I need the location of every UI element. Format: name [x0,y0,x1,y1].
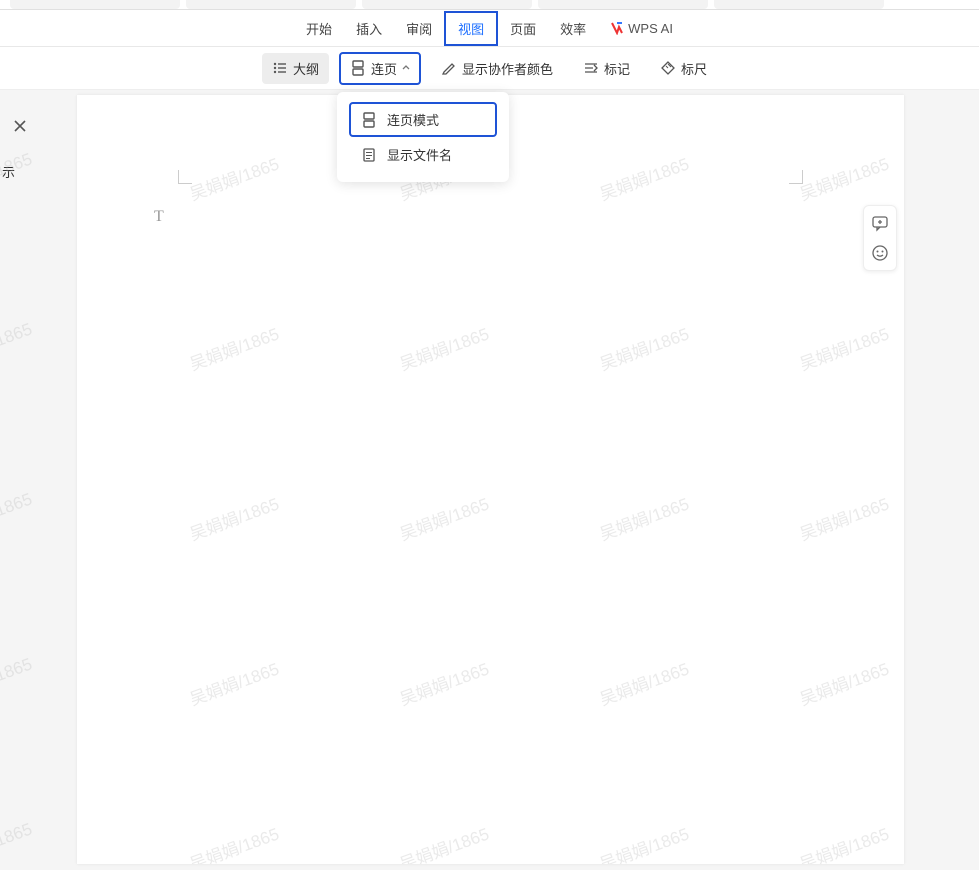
watermark: 吴娟娟/1865 [796,820,892,864]
continuous-page-dropdown: 连页模式 显示文件名 [337,92,509,182]
marks-icon [583,60,599,76]
page-margin-corner-tr [789,170,803,184]
watermark: 吴娟娟/1865 [186,320,282,375]
watermark: 吴娟娟/1865 [796,320,892,375]
watermark: 吴娟娟/1865 [396,655,492,710]
marks-label: 标记 [604,59,630,78]
watermark: 吴娟娟/1865 [596,150,692,205]
ruler-button[interactable]: 标尺 [650,53,717,84]
outline-button[interactable]: 大纲 [262,53,329,84]
menu-bar: 开始 插入 审阅 视图 页面 效率 WPS AI [0,10,979,47]
tab-stub[interactable] [186,0,356,9]
watermark: 吴娟娟/1865 [796,490,892,545]
sidebar-partial-label: 示 [0,162,50,181]
close-button[interactable] [0,110,50,142]
tab-stub[interactable] [10,0,180,9]
left-sidebar: 示 [0,110,50,181]
document-container: T 吴娟娟/1865 吴娟娟/1865 吴娟娟/1865 吴娟娟/1865 吴娟… [77,95,904,864]
right-floating-tools [863,205,897,271]
watermark: 吴娟娟/1865 [796,150,892,205]
ruler-icon [660,60,676,76]
show-author-colors-button[interactable]: 显示协作者颜色 [431,53,563,84]
watermark: 吴娟娟/1865 [186,655,282,710]
menu-wps-ai[interactable]: WPS AI [598,15,685,42]
highlighter-icon [441,60,457,76]
menu-start[interactable]: 开始 [294,13,344,44]
dropdown-show-filename[interactable]: 显示文件名 [349,137,497,172]
continuous-page-label: 连页 [371,59,397,78]
wps-ai-icon [610,21,624,35]
document-page[interactable]: T 吴娟娟/1865 吴娟娟/1865 吴娟娟/1865 吴娟娟/1865 吴娟… [77,95,904,864]
watermark: 吴娟娟/1865 [396,490,492,545]
marks-button[interactable]: 标记 [573,53,640,84]
file-icon [361,147,377,163]
menu-view[interactable]: 视图 [444,11,498,46]
tab-stub[interactable] [362,0,532,9]
watermark: 吴娟娟/1865 [0,815,35,870]
watermark: 吴娟娟/1865 [596,490,692,545]
text-cursor: T [154,208,164,226]
watermark: 吴娟娟/1865 [186,150,282,205]
wps-ai-label: WPS AI [628,21,673,36]
view-toolbar: 大纲 连页 显示协作者颜色 标记 标尺 [0,47,979,90]
watermark: 吴娟娟/1865 [186,490,282,545]
watermark: 吴娟娟/1865 [186,820,282,864]
menu-review[interactable]: 审阅 [394,13,444,44]
title-tabs-row [0,0,979,10]
watermark: 吴娟娟/1865 [0,485,35,540]
watermark: 吴娟娟/1865 [596,820,692,864]
continuous-page-icon [350,60,366,76]
dropdown-show-filename-label: 显示文件名 [387,145,452,164]
outline-label: 大纲 [293,59,319,78]
tab-stub[interactable] [538,0,708,9]
watermark: 吴娟娟/1865 [596,320,692,375]
watermark: 吴娟娟/1865 [396,820,492,864]
continuous-page-button[interactable]: 连页 [339,52,421,85]
watermark: 吴娟娟/1865 [796,655,892,710]
watermark: 吴娟娟/1865 [0,315,35,370]
add-comment-button[interactable] [869,212,891,234]
chevron-up-icon [402,64,410,72]
dropdown-continuous-mode-label: 连页模式 [387,110,439,129]
outline-icon [272,60,288,76]
menu-page[interactable]: 页面 [498,13,548,44]
watermark: 吴娟娟/1865 [0,650,35,705]
menu-efficiency[interactable]: 效率 [548,13,598,44]
tab-stub[interactable] [714,0,884,9]
menu-insert[interactable]: 插入 [344,13,394,44]
continuous-mode-icon [361,112,377,128]
ruler-label: 标尺 [681,59,707,78]
dropdown-continuous-mode[interactable]: 连页模式 [349,102,497,137]
watermark: 吴娟娟/1865 [596,655,692,710]
page-margin-corner-tl [178,170,192,184]
emoji-button[interactable] [869,242,891,264]
show-author-colors-label: 显示协作者颜色 [462,59,553,78]
watermark: 吴娟娟/1865 [396,320,492,375]
